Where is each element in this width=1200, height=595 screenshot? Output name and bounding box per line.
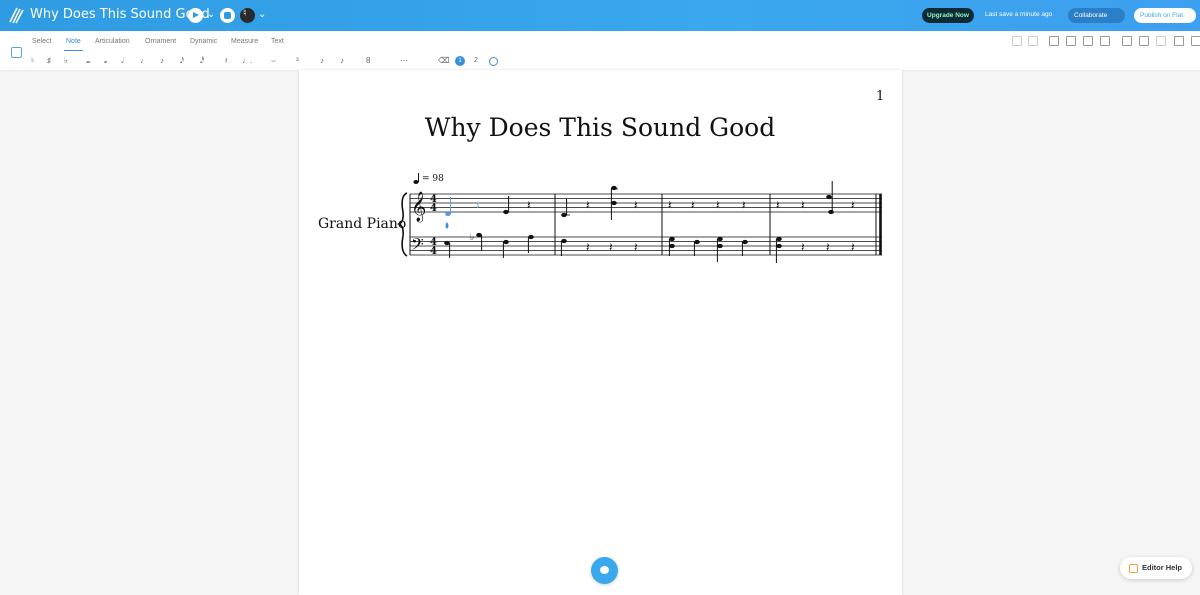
note (669, 236, 675, 242)
time-signature-bottom: 4 (430, 203, 437, 214)
note (669, 243, 675, 249)
editor-help-label: Editor Help (1142, 563, 1183, 572)
note (776, 236, 782, 242)
chat-bubble-button[interactable] (591, 557, 618, 584)
grand-staff-brace (396, 192, 408, 257)
rest: 𝄽 (527, 198, 531, 212)
rest: 𝄽 (586, 198, 590, 212)
note (742, 239, 748, 245)
note (776, 243, 782, 249)
flat-accidental: ♭ (470, 233, 474, 243)
note (717, 236, 723, 242)
rest: 𝄽 (801, 240, 805, 254)
bass-clef-icon: 𝄢 (411, 234, 424, 258)
rest: 𝄽 (586, 240, 590, 254)
editor-help-button[interactable]: Editor Help (1120, 557, 1192, 579)
note (528, 234, 534, 240)
rest: 𝄽 (691, 198, 695, 212)
rest: 𝄽 (851, 198, 855, 212)
note (445, 211, 451, 217)
rest: 𝄽 (826, 240, 830, 254)
rest: 𝄽 (476, 198, 480, 212)
note (694, 239, 700, 245)
rest: 𝄽 (609, 240, 613, 254)
rest: 𝄽 (742, 198, 746, 212)
time-signature-bottom: 4 (430, 246, 437, 257)
rest: 𝄽 (634, 240, 638, 254)
score-staff-system[interactable]: 𝄞 𝄢 4 4 4 4 𝄽 𝄽 𝄽 𝄽 𝄽 𝄽 𝄽 𝄽 𝄽 𝄽 𝄽 ♭ 𝄽 𝄽 … (0, 0, 1200, 595)
rest: 𝄽 (801, 198, 805, 212)
treble-clef-icon: 𝄞 (411, 191, 426, 223)
note (503, 209, 509, 215)
note (611, 200, 617, 206)
note (444, 240, 450, 246)
note (826, 194, 832, 200)
note-cursor-icon (445, 222, 449, 229)
rest: 𝄽 (776, 198, 780, 212)
rest: 𝄽 (716, 198, 720, 212)
tempo-note-icon (413, 180, 419, 184)
note (611, 185, 617, 191)
rest: 𝄽 (634, 198, 638, 212)
bass-staff (410, 236, 882, 256)
note (561, 238, 567, 244)
help-icon (1129, 564, 1138, 573)
rest: 𝄽 (851, 240, 855, 254)
note (503, 239, 509, 245)
note (476, 232, 482, 238)
note (828, 209, 834, 215)
treble-staff (410, 193, 882, 213)
note (717, 243, 723, 249)
rest: 𝄽 (668, 198, 672, 212)
